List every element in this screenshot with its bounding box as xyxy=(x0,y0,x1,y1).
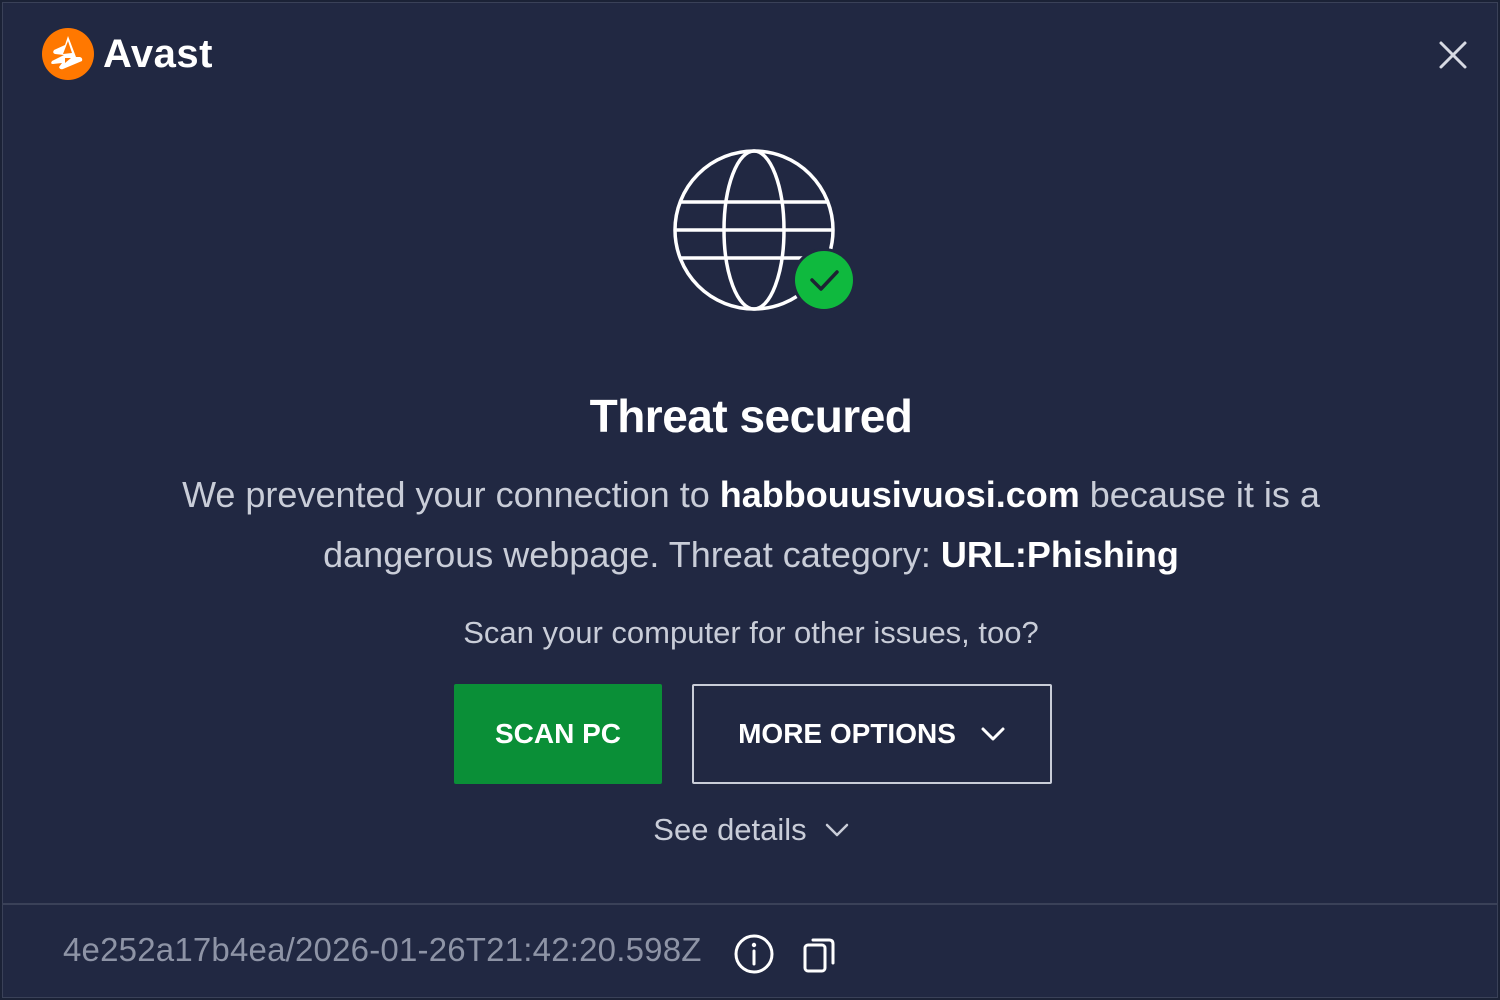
alert-title: Threat secured xyxy=(589,390,913,442)
app-name: Avast xyxy=(103,31,213,76)
scan-pc-button[interactable]: SCAN PC xyxy=(454,684,662,784)
scan-prompt: Scan your computer for other issues, too… xyxy=(463,615,1039,650)
see-details-label: See details xyxy=(653,812,807,847)
message-text-1: We prevented your connection to xyxy=(182,474,720,515)
alert-message: We prevented your connection to habbouus… xyxy=(123,465,1379,585)
chevron-down-icon xyxy=(981,727,1005,741)
close-icon[interactable] xyxy=(1433,35,1473,75)
blocked-domain: habbouusivuosi.com xyxy=(719,474,1080,515)
avast-logo: Avast xyxy=(41,27,213,81)
chevron-down-icon xyxy=(825,823,848,837)
more-options-button[interactable]: MORE OPTIONS xyxy=(692,684,1052,784)
copy-icon[interactable] xyxy=(801,935,837,975)
avast-logo-icon xyxy=(42,28,94,80)
event-id: 4e252a17b4ea/2026-01-26T21:42:20.598Z xyxy=(63,931,702,968)
threat-category: URL:Phishing xyxy=(940,534,1179,575)
threat-dialog: Avast Threat secured We prevented your c… xyxy=(2,2,1498,998)
footer-divider xyxy=(3,903,1497,905)
more-options-label: MORE OPTIONS xyxy=(738,718,956,749)
globe-check-icon xyxy=(673,149,856,312)
info-icon[interactable] xyxy=(733,933,775,975)
see-details-toggle[interactable]: See details xyxy=(603,805,899,855)
checkmark-icon xyxy=(792,248,856,312)
